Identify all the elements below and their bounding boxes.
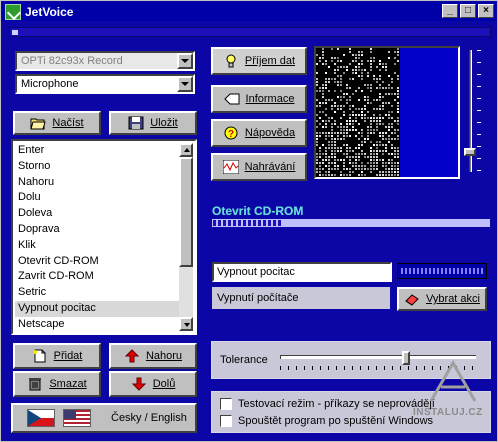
chevron-down-icon[interactable] [177, 53, 193, 69]
choose-action-button[interactable]: Vybrat akci [397, 287, 487, 311]
list-item[interactable]: Setric [15, 285, 181, 301]
move-down-button[interactable]: Dolů [109, 371, 197, 397]
scroll-thumb[interactable] [179, 157, 193, 267]
app-window: JetVoice _ □ × OPTi 82c93x Record Microp… [0, 0, 498, 442]
choose-action-label: Vybrat akci [425, 293, 480, 305]
test-mode-checkbox[interactable] [220, 398, 232, 410]
save-icon [128, 116, 144, 130]
phrase-level-meter [397, 263, 487, 279]
delete-label: Smazat [49, 378, 87, 390]
record-label: Nahrávání [244, 161, 296, 173]
device-select-value: OPTi 82c93x Record [21, 55, 123, 67]
input-select[interactable]: Microphone [15, 74, 195, 94]
action-description: Vypnutí počítače [212, 287, 390, 309]
autostart-option[interactable]: Spouštět program po spuštění Windows [220, 415, 433, 427]
list-item[interactable]: Enter [15, 143, 181, 159]
new-document-icon [32, 349, 48, 363]
phrase-input-value: Vypnout pocitac [217, 266, 295, 278]
test-mode-option[interactable]: Testovací režim - příkazy se neprovádějí [220, 398, 435, 410]
close-button[interactable]: × [478, 4, 494, 18]
window-title: JetVoice [25, 4, 74, 19]
arrow-up-icon [124, 349, 140, 363]
title-bar[interactable]: JetVoice _ □ × [2, 2, 496, 21]
us-flag-icon [63, 409, 91, 427]
input-select-value: Microphone [21, 78, 79, 90]
eraser-icon [404, 292, 420, 306]
test-mode-label: Testovací režim - příkazy se neprovádějí [238, 398, 435, 410]
record-button[interactable]: Nahrávání [211, 153, 307, 181]
device-select[interactable]: OPTi 82c93x Record [15, 51, 195, 71]
help-button[interactable]: ? Nápověda [211, 119, 307, 147]
help-icon: ? [223, 126, 239, 140]
list-item[interactable]: Vypnout pocitac [15, 300, 181, 317]
spectrogram-image [316, 48, 404, 176]
recognized-command: Otevrit CD-ROM [212, 204, 304, 218]
gain-slider-thumb[interactable] [464, 148, 476, 156]
language-label: Česky / English [111, 412, 187, 424]
czech-flag-icon [27, 409, 55, 427]
lightbulb-icon [223, 54, 239, 68]
list-item[interactable]: Storno [15, 159, 181, 175]
spectrogram-display [314, 46, 460, 179]
tolerance-label: Tolerance [220, 354, 268, 366]
phrase-input[interactable]: Vypnout pocitac [212, 262, 392, 282]
list-item[interactable]: Doprava [15, 222, 181, 238]
app-icon [5, 3, 21, 20]
arrow-down-icon [131, 377, 147, 391]
move-down-label: Dolů [152, 378, 176, 390]
save-label: Uložit [150, 117, 178, 129]
help-label: Nápověda [244, 127, 296, 139]
load-button[interactable]: Načíst [13, 111, 101, 135]
scroll-up-button[interactable] [179, 143, 193, 157]
load-label: Načíst [52, 117, 84, 129]
language-button[interactable]: Česky / English [11, 403, 197, 433]
list-item[interactable]: Dolu [15, 190, 181, 206]
chevron-down-icon[interactable] [177, 76, 193, 92]
move-up-label: Nahoru [145, 350, 183, 362]
receive-label: Příjem dat [244, 55, 296, 67]
maximize-button[interactable]: □ [460, 4, 476, 18]
scroll-down-button[interactable] [179, 317, 193, 331]
autostart-label: Spouštět program po spuštění Windows [238, 415, 434, 427]
svg-text:?: ? [228, 129, 234, 140]
add-button[interactable]: Přidat [13, 343, 101, 369]
save-button[interactable]: Uložit [109, 111, 197, 135]
trash-icon [27, 377, 43, 391]
minimize-button[interactable]: _ [442, 4, 458, 18]
receive-button[interactable]: Příjem dat [211, 47, 307, 75]
move-up-button[interactable]: Nahoru [109, 343, 197, 369]
input-level-bar [9, 27, 491, 37]
list-item[interactable]: Zavrit CD-ROM [15, 269, 181, 285]
list-item[interactable]: Doleva [15, 206, 181, 222]
recognition-level-bar [212, 219, 490, 227]
gain-slider[interactable] [464, 50, 481, 172]
watermark: INSTALUJ.CZ [409, 357, 495, 421]
info-label: Informace [245, 93, 295, 105]
info-tag-icon [223, 92, 240, 106]
info-button[interactable]: Informace [211, 85, 307, 113]
list-item[interactable]: Netscape [15, 317, 181, 333]
list-item[interactable]: Nahoru [15, 175, 181, 191]
list-scrollbar[interactable] [179, 143, 193, 331]
list-item[interactable]: Otevrit CD-ROM [15, 254, 181, 270]
watermark-text: INSTALUJ.CZ [413, 407, 483, 418]
watermark-logo-icon [429, 360, 477, 402]
waveform-icon [222, 159, 240, 175]
add-label: Přidat [53, 350, 83, 362]
folder-open-icon [30, 116, 47, 130]
delete-button[interactable]: Smazat [13, 371, 101, 397]
command-list[interactable]: Enter Storno Nahoru Dolu Doleva Doprava Klik Ot… [11, 139, 197, 335]
autostart-checkbox[interactable] [220, 415, 232, 427]
list-item[interactable]: Klik [15, 238, 181, 254]
